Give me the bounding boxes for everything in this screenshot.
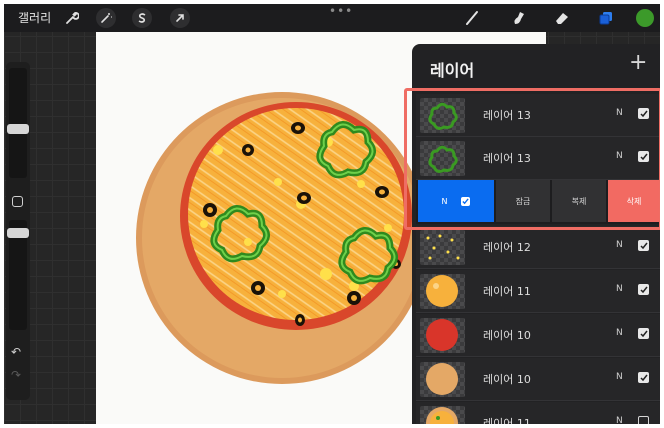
layer-name: 레이어 10 (483, 329, 531, 342)
highlight-box (404, 88, 660, 230)
visibility-checkbox[interactable] (638, 416, 649, 424)
brush-size-thumb[interactable] (7, 124, 29, 134)
magic-wand-icon[interactable] (96, 8, 116, 28)
layer-row[interactable]: 레이어 10 N (416, 358, 660, 401)
blend-mode-label[interactable]: N (616, 284, 623, 294)
selection-s-icon[interactable] (132, 8, 152, 28)
gallery-button[interactable]: 갤러리 (18, 9, 51, 26)
layer-name: 레이어 10 (483, 373, 531, 386)
layer-thumbnail (420, 274, 465, 309)
blend-mode-label[interactable]: N (616, 372, 623, 382)
layer-row[interactable]: 레이어 10 N (416, 314, 660, 357)
layer-row[interactable]: 레이어 11 N (416, 270, 660, 313)
layer-name: 레이어 11 (483, 417, 531, 424)
layers-panel-title: 레이어 (430, 61, 475, 80)
smudge-icon[interactable] (509, 8, 529, 28)
visibility-checkbox[interactable] (638, 240, 649, 251)
cheese-layer (188, 108, 404, 320)
workspace: 갤러리 ••• ↶ ↷ 레이어 + 레이어 13 N 레이어 13 N N 잠금… (4, 4, 660, 424)
layer-row[interactable]: 레이어 11 N (416, 402, 660, 424)
undo-icon[interactable]: ↶ (11, 345, 21, 359)
layer-name: 레이어 11 (483, 285, 531, 298)
visibility-checkbox[interactable] (638, 284, 649, 295)
wrench-icon[interactable] (62, 8, 82, 28)
layer-row[interactable]: 레이어 12 N (416, 226, 660, 269)
visibility-checkbox[interactable] (638, 372, 649, 383)
more-dots[interactable]: ••• (329, 4, 353, 18)
top-toolbar: 갤러리 ••• (4, 4, 660, 32)
redo-icon[interactable]: ↷ (11, 368, 21, 382)
eraser-icon[interactable] (552, 8, 572, 28)
blend-mode-label[interactable]: N (616, 328, 623, 338)
layer-thumbnail (420, 406, 465, 424)
modify-square-button[interactable] (12, 196, 23, 207)
opacity-thumb[interactable] (7, 228, 29, 238)
add-layer-button[interactable]: + (629, 52, 647, 74)
layer-thumbnail (420, 318, 465, 353)
procreate-app: 갤러리 ••• ↶ ↷ 레이어 + 레이어 13 N 레이어 13 N N 잠금… (0, 0, 664, 428)
transform-arrow-icon[interactable] (170, 8, 190, 28)
visibility-checkbox[interactable] (638, 328, 649, 339)
layer-thumbnail (420, 362, 465, 397)
color-picker-button[interactable] (636, 9, 654, 27)
layers-icon[interactable] (596, 8, 616, 28)
brush-size-slider[interactable] (9, 68, 27, 178)
left-sidebar: ↶ ↷ (6, 62, 30, 400)
blend-mode-label[interactable]: N (616, 416, 623, 424)
layer-thumbnail (420, 230, 465, 265)
layer-name: 레이어 12 (483, 241, 531, 254)
brush-icon[interactable] (462, 8, 482, 28)
blend-mode-label[interactable]: N (616, 240, 623, 250)
